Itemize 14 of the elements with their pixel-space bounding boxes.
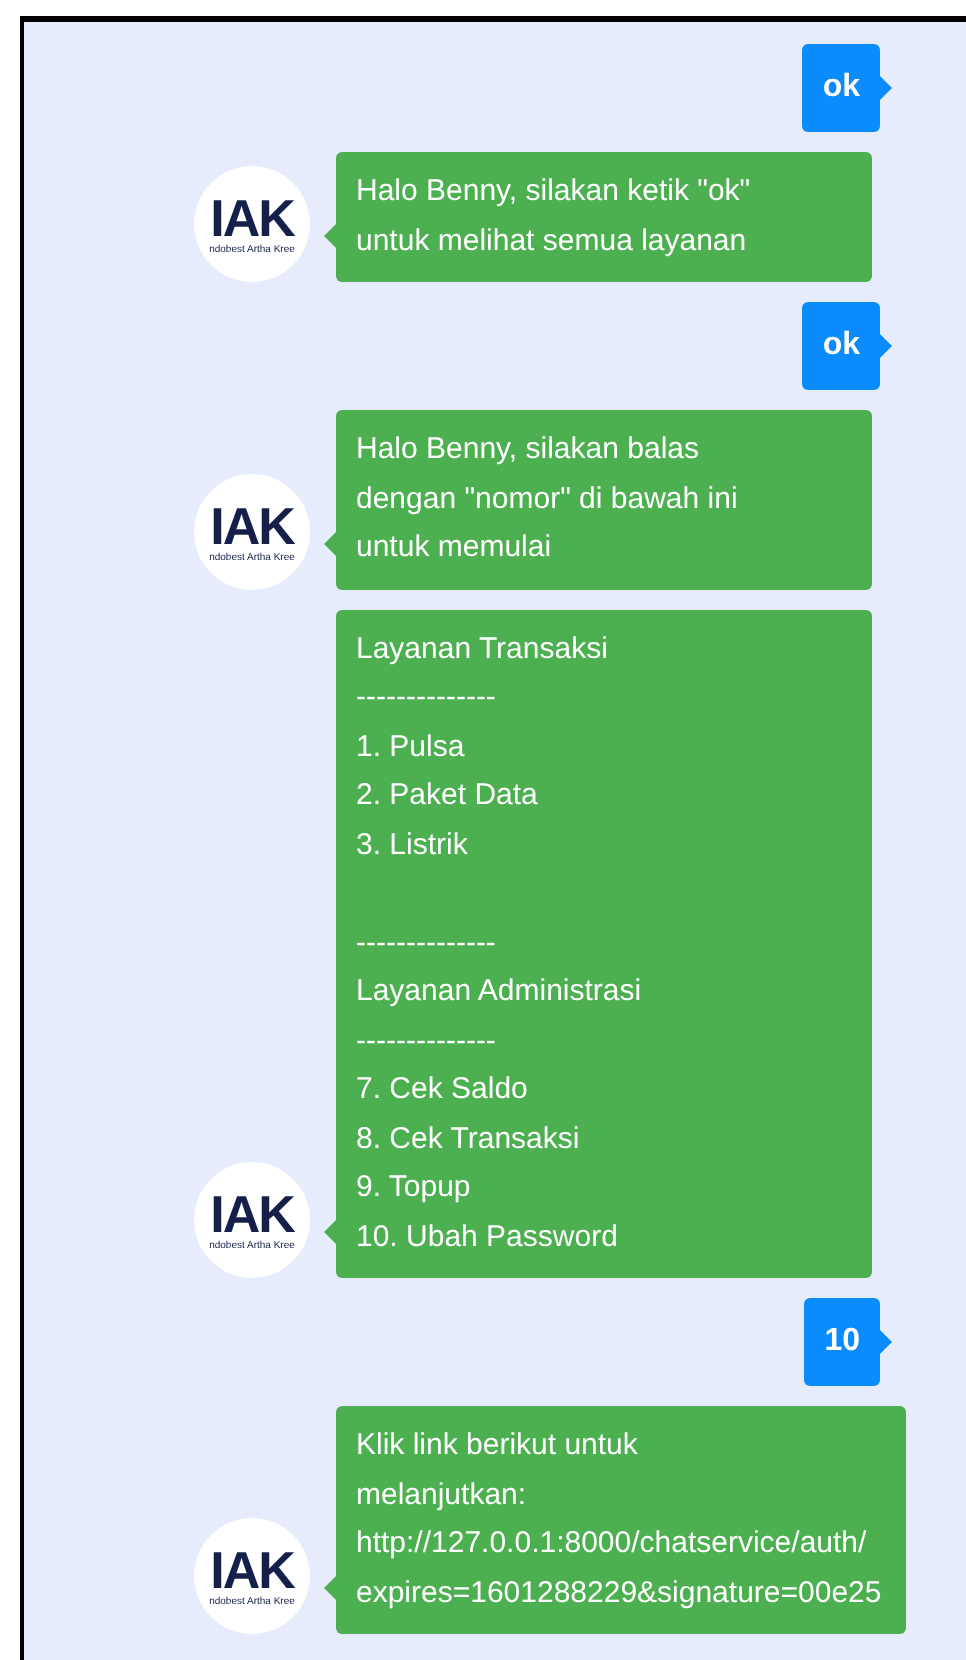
logo-mark: IAK (210, 192, 294, 244)
user-message-bubble: 10 (804, 1298, 880, 1386)
bubble-tail (880, 1330, 892, 1354)
bubble-tail (880, 76, 892, 100)
logo-mark: IAK (210, 1544, 294, 1596)
logo-mark: IAK (210, 499, 294, 551)
user-message-bubble: ok (802, 44, 880, 132)
bot-message-bubble: Layanan Transaksi -------------- 1. Pulsa 2. Paket Data 3. Listrik -------------- Layanan Administrasi -------------- 7. Cek Saldo 8. Cek Transaksi 9. Topup 10. Ubah Password (336, 609, 872, 1278)
bot-message-bubble: Halo Benny, silakan balas dengan "nomor" di bawah ini untuk memulai (336, 410, 872, 589)
bubble-tail (880, 334, 892, 358)
bot-message-bubble: Halo Benny, silakan ketik "ok" untuk melihat semua layanan (336, 152, 872, 282)
logo-mark: IAK (210, 1188, 294, 1240)
user-message-bubble: ok (802, 302, 880, 390)
bot-message-bubble: Klik link berikut untuk melanjutkan: http://127.0.0.1:8000/chatservice/auth/ expires=1601288229&signature=00e25 (336, 1406, 906, 1634)
